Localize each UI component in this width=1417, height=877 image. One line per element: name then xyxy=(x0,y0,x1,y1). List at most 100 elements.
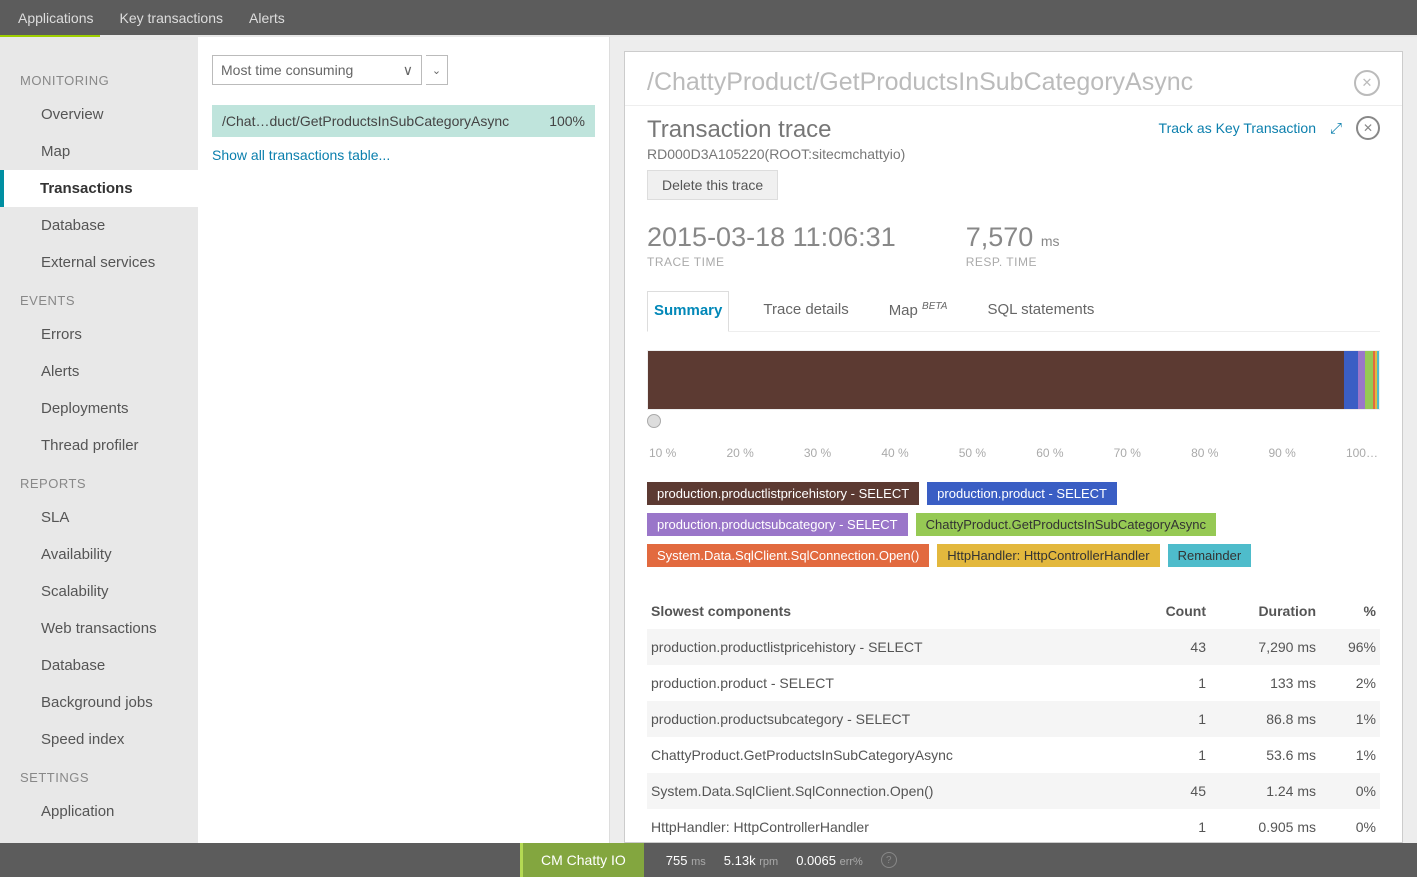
track-key-txn-link[interactable]: Track as Key Transaction xyxy=(1159,120,1316,136)
legend-item[interactable]: production.productlistpricehistory - SEL… xyxy=(647,482,919,505)
sort-select-label: Most time consuming xyxy=(221,62,353,78)
th-count: Count xyxy=(1126,603,1206,619)
show-all-link[interactable]: Show all transactions table... xyxy=(212,147,595,163)
th-duration: Duration xyxy=(1206,603,1316,619)
sidebar-item-background-jobs[interactable]: Background jobs xyxy=(0,684,198,721)
cell-duration: 53.6 ms xyxy=(1206,747,1316,763)
axis-tick: 60 % xyxy=(1036,446,1063,460)
info-icon[interactable]: ? xyxy=(881,852,897,868)
close-panel-button[interactable]: ✕ xyxy=(1354,70,1380,96)
trace-title: Transaction trace xyxy=(647,116,905,144)
legend-item[interactable]: ChattyProduct.GetProductsInSubCategoryAs… xyxy=(916,513,1216,536)
cell-pct: 96% xyxy=(1316,639,1376,655)
cell-name: production.product - SELECT xyxy=(651,675,1126,691)
sidebar-section-reports: REPORTS xyxy=(0,464,198,499)
sidebar-item-overview[interactable]: Overview xyxy=(0,96,198,133)
axis-tick: 10 % xyxy=(649,446,676,460)
tab-trace-details[interactable]: Trace details xyxy=(757,291,854,331)
nav-alerts[interactable]: Alerts xyxy=(249,10,285,26)
cell-duration: 7,290 ms xyxy=(1206,639,1316,655)
bar-segment xyxy=(1344,351,1358,409)
tab-sql-statements[interactable]: SQL statements xyxy=(981,291,1100,331)
bar-segment xyxy=(1358,351,1365,409)
transaction-pct: 100% xyxy=(549,113,585,129)
table-row[interactable]: production.productlistpricehistory - SEL… xyxy=(647,629,1380,665)
sidebar-item-web-transactions[interactable]: Web transactions xyxy=(0,610,198,647)
sidebar-item-scalability[interactable]: Scalability xyxy=(0,573,198,610)
sidebar-item-database[interactable]: Database xyxy=(0,207,198,244)
sidebar-section-events: EVENTS xyxy=(0,281,198,316)
table-row[interactable]: HttpHandler: HttpControllerHandler10.905… xyxy=(647,809,1380,842)
footer-rpm: 5.13k rpm xyxy=(724,853,778,868)
bar-track xyxy=(647,350,1380,410)
axis-tick: 100… xyxy=(1346,446,1378,460)
sort-select[interactable]: Most time consuming ∨ xyxy=(212,55,422,85)
table-row[interactable]: production.product - SELECT1133 ms2% xyxy=(647,665,1380,701)
top-nav: Applications Key transactions Alerts xyxy=(0,0,1417,35)
expand-icon[interactable]: ⤢ xyxy=(1330,120,1342,137)
bar-segment xyxy=(1365,351,1372,409)
sidebar-item-speed-index[interactable]: Speed index xyxy=(0,721,198,758)
bar-segment xyxy=(648,351,1344,409)
sidebar-item-availability[interactable]: Availability xyxy=(0,536,198,573)
cell-count: 1 xyxy=(1126,711,1206,727)
sidebar-item-alerts[interactable]: Alerts xyxy=(0,353,198,390)
sidebar-item-sla[interactable]: SLA xyxy=(0,499,198,536)
sidebar-item-errors[interactable]: Errors xyxy=(0,316,198,353)
delete-trace-button[interactable]: Delete this trace xyxy=(647,170,778,200)
table-row[interactable]: ChattyProduct.GetProductsInSubCategoryAs… xyxy=(647,737,1380,773)
sort-dropdown-toggle[interactable]: ⌄ xyxy=(426,55,448,85)
cell-pct: 0% xyxy=(1316,819,1376,835)
cell-count: 43 xyxy=(1126,639,1206,655)
legend-item[interactable]: Remainder xyxy=(1168,544,1252,567)
legend-item[interactable]: production.productsubcategory - SELECT xyxy=(647,513,908,536)
footer-resp-ms: 755 ms xyxy=(666,853,706,868)
resp-time-value: 7,570 ms xyxy=(966,222,1060,253)
cell-name: System.Data.SqlClient.SqlConnection.Open… xyxy=(651,783,1126,799)
axis-tick: 40 % xyxy=(881,446,908,460)
cell-name: production.productlistpricehistory - SEL… xyxy=(651,639,1126,655)
cell-pct: 1% xyxy=(1316,747,1376,763)
trace-tabs: Summary Trace details Map BETA SQL statemen… xyxy=(647,291,1380,332)
transactions-list-pane: Most time consuming ∨ ⌄ /Chat…duct/GetPr… xyxy=(198,37,610,843)
cell-duration: 0.905 ms xyxy=(1206,819,1316,835)
nav-applications[interactable]: Applications xyxy=(18,10,94,26)
sidebar: MONITORINGOverviewMapTransactionsDatabas… xyxy=(0,37,198,843)
bar-segment xyxy=(1377,351,1379,409)
sidebar-item-thread-profiler[interactable]: Thread profiler xyxy=(0,427,198,464)
sidebar-item-application[interactable]: Application xyxy=(0,793,198,830)
tab-summary[interactable]: Summary xyxy=(647,291,729,332)
footer-app-name[interactable]: CM Chatty IO xyxy=(520,843,644,877)
transaction-row[interactable]: /Chat…duct/GetProductsInSubCategoryAsync… xyxy=(212,105,595,137)
nav-key-transactions[interactable]: Key transactions xyxy=(120,10,224,26)
th-pct: % xyxy=(1316,603,1376,619)
sidebar-item-map[interactable]: Map xyxy=(0,133,198,170)
resp-time-label: RESP. TIME xyxy=(966,255,1060,269)
tab-map[interactable]: Map BETA xyxy=(883,291,954,331)
cell-pct: 1% xyxy=(1316,711,1376,727)
legend-item[interactable]: System.Data.SqlClient.SqlConnection.Open… xyxy=(647,544,929,567)
axis-tick: 50 % xyxy=(959,446,986,460)
cell-name: production.productsubcategory - SELECT xyxy=(651,711,1126,727)
trace-bar-chart: 10 %20 %30 %40 %50 %60 %70 %80 %90 %100… xyxy=(647,350,1380,460)
bar-axis: 10 %20 %30 %40 %50 %60 %70 %80 %90 %100… xyxy=(647,446,1380,460)
axis-tick: 20 % xyxy=(726,446,753,460)
table-row[interactable]: System.Data.SqlClient.SqlConnection.Open… xyxy=(647,773,1380,809)
cell-pct: 2% xyxy=(1316,675,1376,691)
trace-root: RD000D3A105220(ROOT:sitecmchattyio) xyxy=(647,146,905,162)
close-trace-button[interactable]: ✕ xyxy=(1356,116,1380,140)
sidebar-section-monitoring: MONITORING xyxy=(0,61,198,96)
sidebar-item-transactions[interactable]: Transactions xyxy=(0,170,198,207)
sidebar-item-deployments[interactable]: Deployments xyxy=(0,390,198,427)
slider-handle[interactable] xyxy=(647,414,661,428)
legend-item[interactable]: production.product - SELECT xyxy=(927,482,1117,505)
sidebar-item-external-services[interactable]: External services xyxy=(0,244,198,281)
table-row[interactable]: production.productsubcategory - SELECT18… xyxy=(647,701,1380,737)
sidebar-item-database[interactable]: Database xyxy=(0,647,198,684)
axis-tick: 90 % xyxy=(1269,446,1296,460)
th-name: Slowest components xyxy=(651,603,1126,619)
cell-count: 45 xyxy=(1126,783,1206,799)
trace-time-label: TRACE TIME xyxy=(647,255,896,269)
legend-item[interactable]: HttpHandler: HttpControllerHandler xyxy=(937,544,1159,567)
footer-err: 0.0065 err% xyxy=(796,853,863,868)
